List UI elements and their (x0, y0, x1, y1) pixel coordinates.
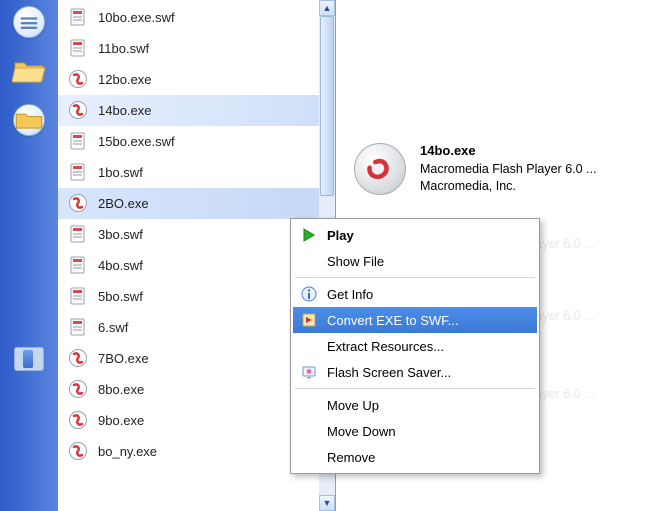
file-row[interactable]: 15bo.exe.swf (58, 126, 319, 157)
file-row[interactable]: 3bo.swf (58, 219, 319, 250)
menu-item[interactable]: Move Down (293, 418, 537, 444)
play-icon (299, 225, 319, 245)
menu-icon-blank (299, 395, 319, 415)
detail-company: Macromedia, Inc. (420, 179, 516, 193)
swf-file-icon (68, 162, 88, 182)
swf-file-icon (68, 7, 88, 27)
menu-item[interactable]: Play (293, 222, 537, 248)
file-name: 14bo.exe (98, 103, 152, 118)
flash-exe-icon (68, 69, 88, 89)
file-name: 5bo.swf (98, 289, 143, 304)
menu-item-label: Move Down (327, 424, 396, 439)
file-name: 11bo.swf (98, 41, 149, 56)
swf-file-icon (68, 224, 88, 244)
file-row[interactable]: 1bo.swf (58, 157, 319, 188)
flash-exe-icon (68, 100, 88, 120)
swf-file-icon (68, 255, 88, 275)
swf-file-icon (68, 38, 88, 58)
menu-item-label: Get Info (327, 287, 373, 302)
file-name: 10bo.exe.swf (98, 10, 175, 25)
menu-icon-blank (299, 447, 319, 467)
scroll-thumb[interactable] (320, 16, 334, 196)
scroll-up-icon[interactable]: ▲ (319, 0, 335, 16)
menu-item[interactable]: Show File (293, 248, 537, 274)
scroll-down-icon[interactable]: ▼ (319, 495, 335, 511)
menu-item-label: Move Up (327, 398, 379, 413)
menu-item[interactable]: Convert EXE to SWF... (293, 307, 537, 333)
file-name: 4bo.swf (98, 258, 143, 273)
menu-icon[interactable] (13, 6, 45, 38)
menu-icon-blank (299, 421, 319, 441)
file-name: 9bo.exe (98, 413, 144, 428)
menu-icon-blank (299, 336, 319, 356)
file-row[interactable]: 12bo.exe (58, 64, 319, 95)
detail-card: 14bo.exe Macromedia Flash Player 6.0 ...… (354, 142, 650, 212)
file-name: bo_ny.exe (98, 444, 157, 459)
file-row[interactable]: 4bo.swf (58, 250, 319, 281)
menu-item-label: Remove (327, 450, 375, 465)
menu-icon-blank (299, 251, 319, 271)
file-list[interactable]: 10bo.exe.swf 11bo.swf 12bo.exe 14bo.exe 15bo… (58, 0, 319, 511)
flash-icon (354, 143, 406, 195)
menu-item[interactable]: Move Up (293, 392, 537, 418)
flash-exe-icon (68, 348, 88, 368)
swf-file-icon (68, 317, 88, 337)
menu-separator (295, 388, 535, 389)
swf-file-icon (68, 286, 88, 306)
menu-item[interactable]: Flash Screen Saver... (293, 359, 537, 385)
flash-exe-icon (68, 410, 88, 430)
swf-file-icon (68, 131, 88, 151)
file-name: 8bo.exe (98, 382, 144, 397)
menu-item-label: Play (327, 228, 354, 243)
folder-icon[interactable] (12, 56, 46, 86)
file-row[interactable]: 9bo.exe (58, 405, 319, 436)
file-row[interactable]: 6.swf (58, 312, 319, 343)
flash-exe-icon (68, 379, 88, 399)
file-row[interactable]: 14bo.exe (58, 95, 319, 126)
info-icon (299, 284, 319, 304)
file-row[interactable]: 11bo.swf (58, 33, 319, 64)
file-name: 7BO.exe (98, 351, 149, 366)
file-name: 2BO.exe (98, 196, 149, 211)
file-name: 1bo.swf (98, 165, 143, 180)
flash-exe-icon (68, 193, 88, 213)
file-row[interactable]: 10bo.exe.swf (58, 2, 319, 33)
menu-item-label: Flash Screen Saver... (327, 365, 451, 380)
menu-item[interactable]: Remove (293, 444, 537, 470)
file-name: 6.swf (98, 320, 128, 335)
menu-item-label: Extract Resources... (327, 339, 444, 354)
file-row[interactable]: 8bo.exe (58, 374, 319, 405)
file-row[interactable]: 2BO.exe (58, 188, 319, 219)
file-name: 12bo.exe (98, 72, 152, 87)
menu-item[interactable]: Get Info (293, 281, 537, 307)
menu-item[interactable]: Extract Resources... (293, 333, 537, 359)
folder-open-icon[interactable] (13, 104, 45, 136)
menu-item-label: Convert EXE to SWF... (327, 313, 459, 328)
menu-separator (295, 277, 535, 278)
file-name: 15bo.exe.swf (98, 134, 175, 149)
file-row[interactable]: bo_ny.exe (58, 436, 319, 467)
detail-filename: 14bo.exe (420, 143, 476, 158)
convert-icon (299, 310, 319, 330)
flash-exe-icon (68, 441, 88, 461)
menu-item-label: Show File (327, 254, 384, 269)
file-name: 3bo.swf (98, 227, 143, 242)
detail-product: Macromedia Flash Player 6.0 ... (420, 162, 596, 176)
file-row[interactable]: 5bo.swf (58, 281, 319, 312)
screensaver-icon (299, 362, 319, 382)
file-row[interactable]: 7BO.exe (58, 343, 319, 374)
context-menu[interactable]: Play Show File Get Info Convert EXE to SWF.… (290, 218, 540, 474)
sidebar (0, 0, 58, 511)
slider-icon[interactable] (14, 347, 44, 371)
